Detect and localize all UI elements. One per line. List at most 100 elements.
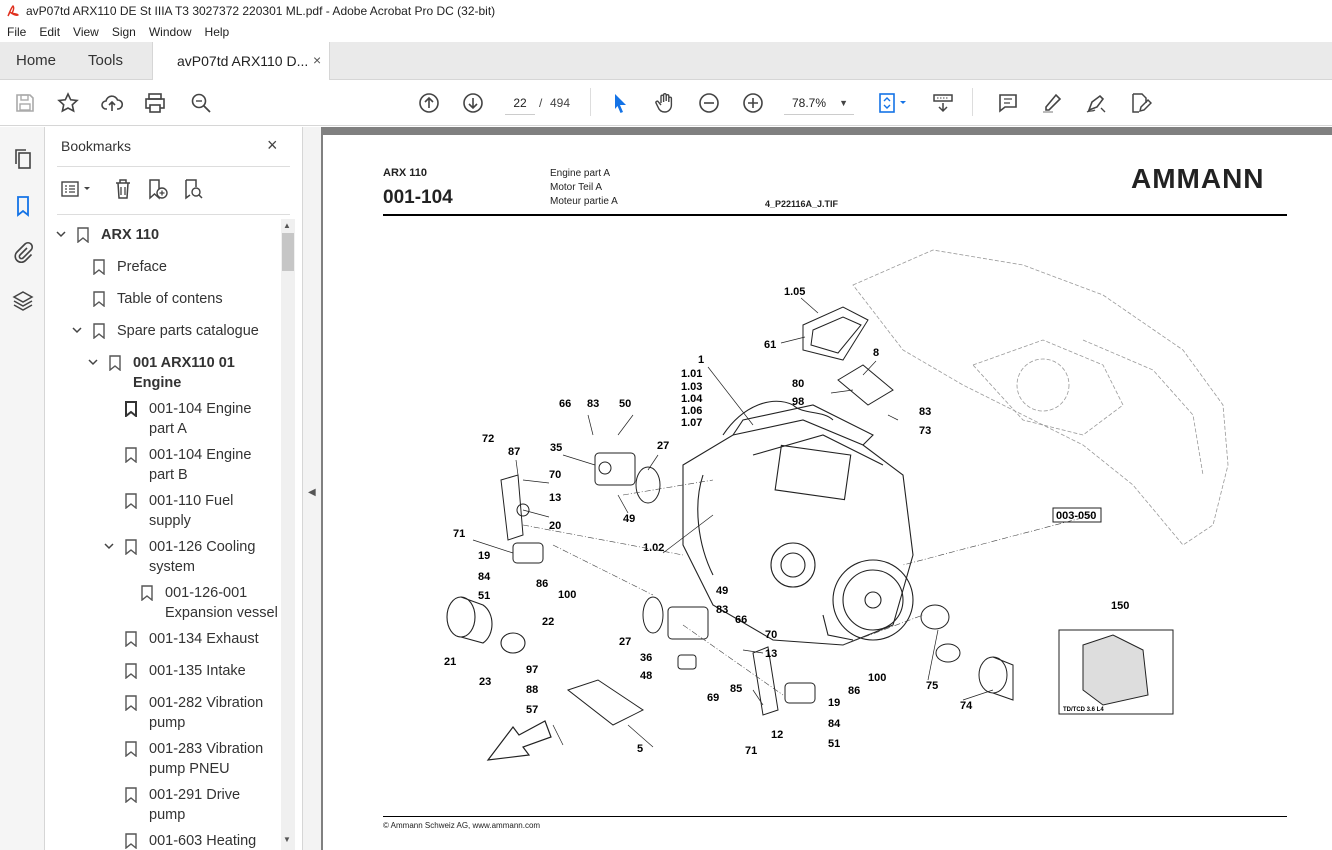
direction-arrow (486, 720, 552, 761)
bookmark-001-283-vibration-pump-pneu[interactable]: 001-283 Vibration pump PNEU (125, 739, 275, 781)
layers-icon[interactable] (11, 289, 35, 313)
upload-cloud-icon[interactable] (100, 91, 124, 115)
callout: 51 (478, 590, 490, 602)
bookmark-001-134-exhaust[interactable]: 001-134 Exhaust (125, 629, 275, 649)
bookmark-001-135-intake[interactable]: 001-135 Intake (125, 661, 275, 681)
callout: 87 (508, 446, 520, 458)
select-cursor-icon[interactable] (608, 91, 632, 115)
print-icon[interactable] (143, 91, 167, 115)
bookmark-label: 001-126 Cooling (149, 539, 256, 555)
callout: 66 (559, 398, 571, 410)
highlight-pen-icon[interactable] (1040, 91, 1064, 115)
zoom-select[interactable]: 78.7% ▼ (784, 91, 854, 115)
tab-document[interactable]: avP07td ARX110 D... × (152, 42, 330, 81)
menu-view[interactable]: View (66, 25, 105, 39)
bookmark-label-line2: pump PNEU (149, 761, 230, 777)
bookmark-icon (125, 741, 137, 757)
bookmark-label: Preface (117, 259, 167, 275)
page-total: 494 (550, 96, 571, 110)
panel-collapse-strip[interactable]: ◀ (303, 127, 321, 850)
scroll-up-icon[interactable]: ▲ (283, 221, 291, 230)
callout: 36 (640, 652, 652, 664)
bookmark-001-126-cooling-system[interactable]: 001-126 Cooling system (103, 537, 278, 579)
zoom-out-icon[interactable] (697, 91, 721, 115)
bookmark-label: 001-104 Engine (149, 401, 252, 417)
collapse-left-icon[interactable]: ◀ (308, 487, 316, 498)
callout: 88 (526, 684, 538, 696)
next-page-icon[interactable] (461, 91, 485, 115)
bookmark-spare-parts-catalogue[interactable]: Spare parts catalogue (71, 321, 276, 341)
fit-page-icon[interactable] (876, 91, 910, 115)
sign-pen-icon[interactable] (1084, 91, 1108, 115)
tab-bar: Home Tools avP07td ARX110 D... × (0, 42, 1332, 81)
scrollbar-thumb[interactable] (282, 233, 294, 271)
chevron-down-icon[interactable] (55, 228, 67, 240)
bookmark-001-603-heating[interactable]: 001-603 Heating (125, 831, 275, 850)
close-tab-icon[interactable]: × (313, 52, 321, 68)
bookmark-001-104-part-a[interactable]: 001-104 Engine part A (125, 399, 275, 441)
tab-tools[interactable]: Tools (88, 52, 123, 69)
attachments-icon[interactable] (11, 241, 35, 265)
callout: 71 (745, 745, 757, 757)
pump-36 (642, 596, 709, 670)
hand-tool-icon[interactable] (653, 91, 677, 115)
bookmark-label: 001-283 Vibration (149, 741, 264, 757)
find-bookmark-icon[interactable] (181, 177, 205, 201)
bookmark-icon (125, 663, 137, 679)
close-panel-icon[interactable]: × (267, 135, 278, 156)
engine-label-title: TD/TCD 3.6 L4 (1063, 707, 1104, 713)
bookmark-filled-icon (125, 401, 137, 417)
edit-pdf-icon[interactable] (1128, 91, 1153, 115)
bookmark-star-icon[interactable] (56, 91, 80, 115)
bookmark-arx-110[interactable]: ARX 110 (55, 225, 275, 245)
comment-icon[interactable] (996, 91, 1020, 115)
bookmark-001-104-part-b[interactable]: 001-104 Engine part B (125, 445, 275, 487)
divider (57, 166, 290, 167)
find-zoom-icon[interactable] (189, 91, 213, 115)
bookmark-001-282-vibration-pump[interactable]: 001-282 Vibration pump (125, 693, 275, 735)
bookmark-icon (125, 833, 137, 849)
callout: 23 (479, 676, 491, 688)
bookmark-icon (93, 259, 105, 275)
menu-sign[interactable]: Sign (105, 25, 142, 39)
bookmarks-panel-icon[interactable] (11, 194, 35, 218)
menu-help[interactable]: Help (198, 25, 236, 39)
tab-home[interactable]: Home (16, 52, 56, 69)
acrobat-icon (7, 5, 19, 17)
menu-file[interactable]: File (0, 25, 32, 39)
scroll-down-icon[interactable]: ▼ (283, 835, 291, 844)
engine-mount-right (784, 682, 816, 704)
gasket-27 (635, 466, 661, 504)
menu-window[interactable]: Window (142, 25, 198, 39)
save-icon[interactable] (13, 91, 37, 115)
page-number-input[interactable]: 22 (505, 91, 535, 115)
zoom-in-icon[interactable] (741, 91, 765, 115)
bookmark-preface[interactable]: Preface (93, 257, 273, 277)
bookmark-001-126-001-expansion-vessel[interactable]: 001-126-001 Expansion vessel (141, 583, 281, 625)
chassis-outline (852, 249, 1229, 546)
document-viewport[interactable]: ARX 110 001-104 Engine part A Motor Teil… (321, 127, 1332, 850)
options-menu-icon[interactable] (59, 177, 95, 201)
bookmark-table-of-contents[interactable]: Table of contens (93, 289, 273, 309)
bookmark-001-291-drive-pump[interactable]: 001-291 Drive pump (125, 785, 275, 827)
previous-page-icon[interactable] (417, 91, 441, 115)
menu-edit[interactable]: Edit (32, 25, 66, 39)
bookmark-scrollbar[interactable]: ▲ ▼ (281, 219, 295, 850)
callout: 19 (478, 550, 490, 562)
bookmark-label: 001-282 Vibration (149, 695, 264, 711)
scroll-mode-icon[interactable] (931, 91, 955, 115)
bookmark-icon (93, 323, 105, 339)
delete-bookmark-icon[interactable] (111, 177, 135, 201)
bookmarks-panel: Bookmarks × ARX 110 Preface Table of con… (45, 127, 303, 850)
callout: 61 (764, 339, 776, 351)
callout: 1.01 (681, 368, 702, 380)
base-plate-5 (566, 679, 644, 726)
chevron-down-icon[interactable] (87, 356, 99, 368)
bookmark-001-110-fuel-supply[interactable]: 001-110 Fuel supply (125, 491, 275, 533)
callout: 100 (558, 589, 576, 601)
chevron-down-icon[interactable] (71, 324, 83, 336)
page-thumbnails-icon[interactable] (11, 147, 35, 171)
chevron-down-icon[interactable] (103, 540, 115, 552)
bookmark-001-engine[interactable]: 001 ARX110 01 Engine (87, 353, 277, 395)
new-bookmark-icon[interactable] (145, 177, 169, 201)
